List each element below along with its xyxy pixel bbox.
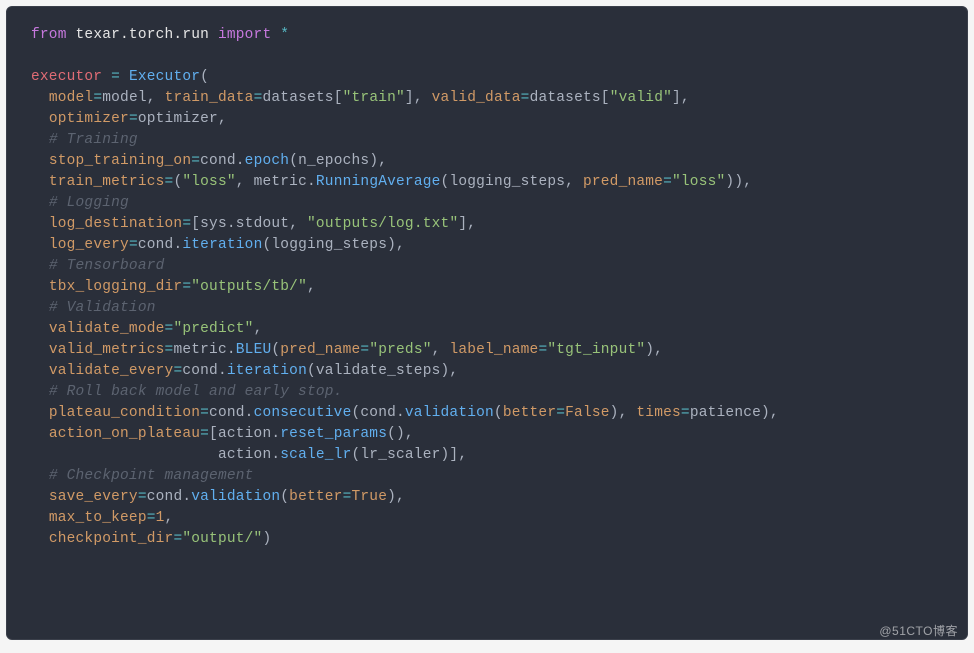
param-optimizer: optimizer [49,111,129,127]
obj-cond5: cond [360,405,396,421]
paren-open: ( [200,69,209,85]
var-executor: executor [31,69,102,85]
obj-metric: metric [254,174,307,190]
obj-action: action [218,426,271,442]
fn-iteration2: iteration [227,363,307,379]
str-preds: "preds" [369,342,431,358]
param-action-plateau: action_on_plateau [49,426,200,442]
fn-bleu: BLEU [236,342,272,358]
obj-sys: sys [200,216,227,232]
str-predict: "predict" [173,321,253,337]
val-optimizer: optimizer [138,111,218,127]
obj-cond3: cond [182,363,218,379]
fn-validation2: validation [191,489,280,505]
module-path: texar.torch.run [76,27,210,43]
str-logtxt: "outputs/log.txt" [307,216,458,232]
param-model: model [49,90,94,106]
param-stop-training: stop_training_on [49,153,191,169]
class-executor: Executor [129,69,200,85]
str-tb: "outputs/tb/" [191,279,307,295]
fn-validation: validation [405,405,494,421]
str-loss: "loss" [182,174,235,190]
comment-tensorboard: # Tensorboard [49,258,165,274]
param-ckptdir: checkpoint_dir [49,531,174,547]
obj-cond6: cond [147,489,183,505]
fn-runningavg: RunningAverage [316,174,441,190]
param-train-data: train_data [165,90,254,106]
fn-epoch: epoch [245,153,290,169]
val-datasets2: datasets [530,90,601,106]
obj-metric2: metric [173,342,226,358]
param-train-metrics: train_metrics [49,174,165,190]
param-maxkeep: max_to_keep [49,510,147,526]
val-model: model [102,90,147,106]
str-train: "train" [343,90,405,106]
val-datasets: datasets [262,90,333,106]
str-output: "output/" [182,531,262,547]
param-labelname: label_name [449,342,538,358]
param-validate-mode: validate_mode [49,321,165,337]
param-log-dest: log_destination [49,216,183,232]
code-block: from texar.torch.run import * executor =… [6,6,968,640]
obj-action2: action [218,447,271,463]
param-plateau: plateau_condition [49,405,200,421]
val-patience: patience [690,405,761,421]
arg-logsteps: logging_steps [449,174,565,190]
num-one: 1 [156,510,165,526]
arg-nepochs: n_epochs [298,153,369,169]
fn-consecutive: consecutive [254,405,352,421]
param-valid-data: valid_data [432,90,521,106]
param-better: better [503,405,556,421]
param-save-every: save_every [49,489,138,505]
param-valid-metrics: valid_metrics [49,342,165,358]
op-assign: = [111,69,120,85]
comment-training: # Training [49,132,138,148]
code-content: from texar.torch.run import * executor =… [31,25,943,550]
arg-logsteps2: logging_steps [271,237,387,253]
import-star: * [280,27,289,43]
param-log-every: log_every [49,237,129,253]
comment-checkpoint: # Checkpoint management [49,468,254,484]
bool-true: True [352,489,388,505]
bool-false: False [565,405,610,421]
param-predname2: pred_name [280,342,360,358]
param-tbx: tbx_logging_dir [49,279,183,295]
comment-logging: # Logging [49,195,129,211]
arg-valsteps: validate_steps [316,363,441,379]
fn-scalelr: scale_lr [280,447,351,463]
param-better2: better [289,489,342,505]
param-times: times [636,405,681,421]
obj-cond4: cond [209,405,245,421]
arg-lrscaler: lr_scaler [360,447,440,463]
comment-rollback: # Roll back model and early stop. [49,384,343,400]
keyword-from: from [31,27,67,43]
obj-cond2: cond [138,237,174,253]
attr-stdout: stdout [236,216,289,232]
keyword-import: import [218,27,271,43]
obj-cond: cond [200,153,236,169]
watermark: @51CTO博客 [879,622,958,639]
param-validate-every: validate_every [49,363,174,379]
str-loss2: "loss" [672,174,725,190]
str-valid: "valid" [610,90,672,106]
param-predname: pred_name [583,174,663,190]
fn-reset: reset_params [280,426,387,442]
fn-iteration: iteration [182,237,262,253]
comment-validation: # Validation [49,300,156,316]
str-tgt: "tgt_input" [547,342,645,358]
